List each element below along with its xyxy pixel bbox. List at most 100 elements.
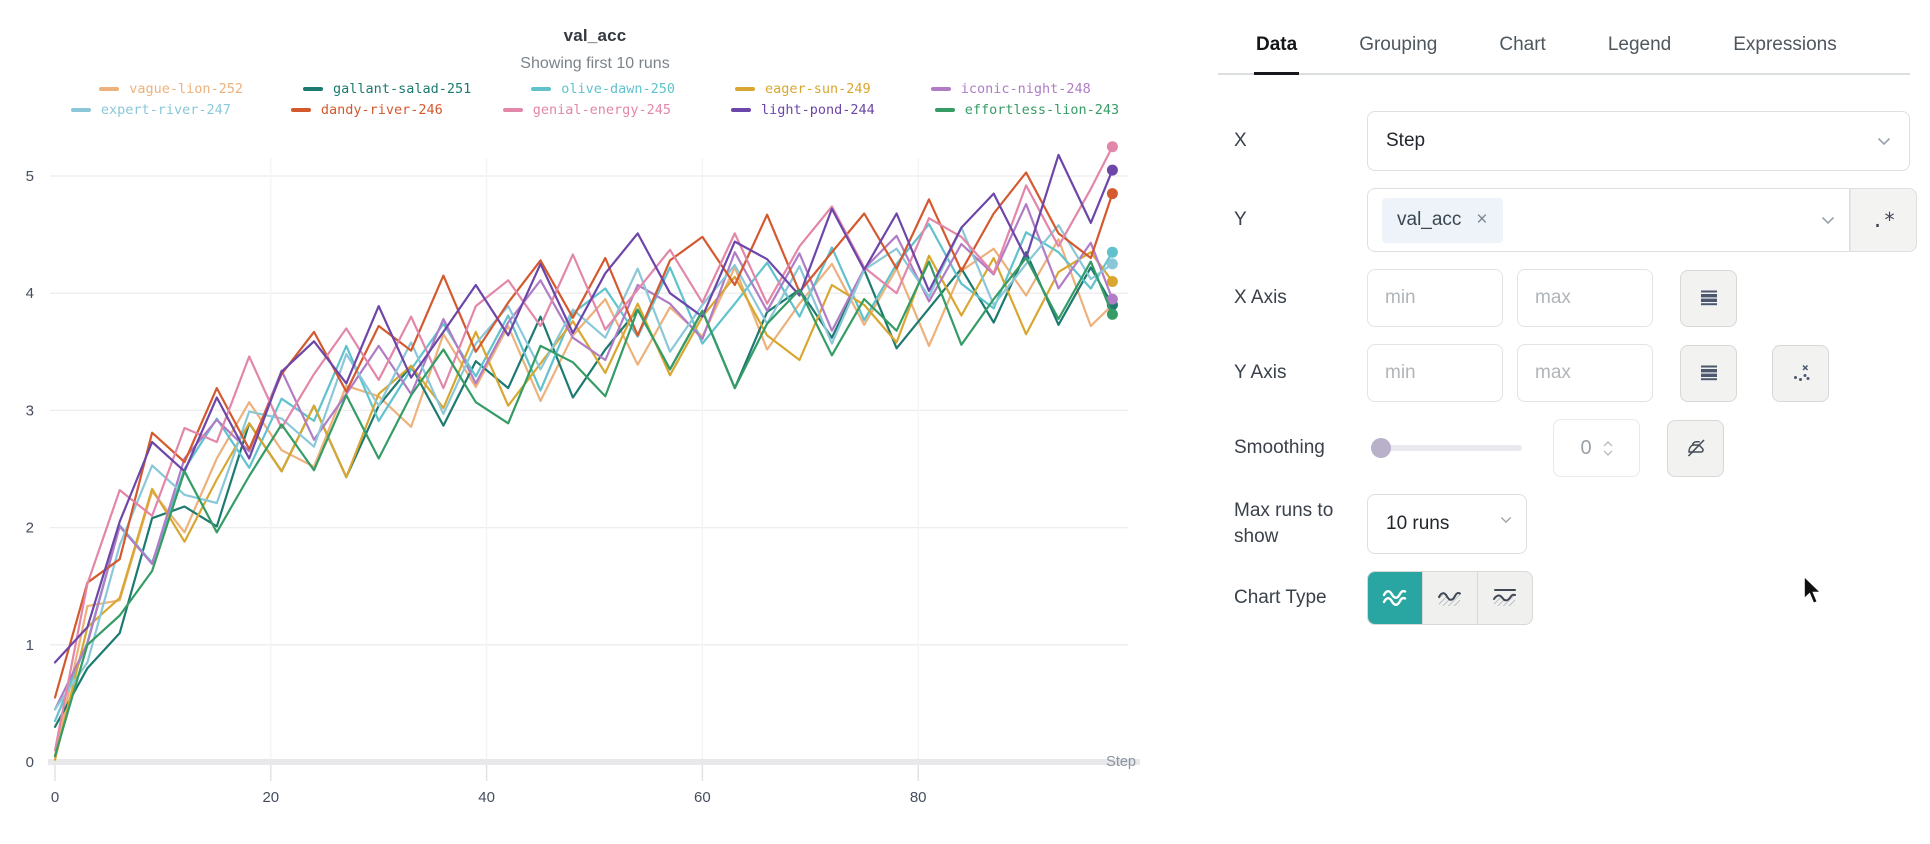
run-end-dot[interactable] <box>1107 141 1118 152</box>
run-chart-panel: val_acc Showing first 10 runs vague-lion… <box>0 0 1190 844</box>
smoothing-value-input[interactable]: 0 <box>1553 419 1640 477</box>
tab-legend[interactable]: Legend <box>1606 24 1673 73</box>
x-axis-row: X Axis <box>1234 269 1910 327</box>
outlier-points-icon <box>1790 362 1812 384</box>
legend-item[interactable]: light-pond-244 <box>731 101 875 119</box>
legend-run-name: light-pond-244 <box>761 101 875 119</box>
x-label: X <box>1234 128 1367 154</box>
run-end-dot[interactable] <box>1107 276 1118 287</box>
legend-dash-icon <box>71 108 91 112</box>
scale-bars-icon <box>1698 287 1720 309</box>
y-axis-min-input[interactable] <box>1367 344 1503 402</box>
x-axis-max-input[interactable] <box>1517 269 1653 327</box>
smoothing-label: Smoothing <box>1234 435 1367 461</box>
chevron-down-icon <box>1821 216 1835 225</box>
stepper-down-icon <box>1603 450 1613 456</box>
regex-toggle-button[interactable]: .* <box>1850 188 1917 252</box>
legend-item[interactable]: vague-lion-252 <box>99 80 243 98</box>
max-runs-select[interactable]: 10 runs <box>1367 494 1527 554</box>
chart-type-row: Chart Type <box>1234 571 1910 625</box>
run-line[interactable] <box>55 155 1112 663</box>
remove-metric-icon[interactable]: × <box>1476 209 1487 231</box>
chart-legend: vague-lion-252 gallant-salad-251 olive-daw… <box>0 80 1190 119</box>
y-axis-max-input[interactable] <box>1517 344 1653 402</box>
run-end-dot[interactable] <box>1107 309 1118 320</box>
legend-dash-icon <box>503 108 523 112</box>
area-plot-icon <box>1435 585 1465 611</box>
legend-dash-icon <box>303 87 323 91</box>
legend-item[interactable]: olive-dawn-250 <box>531 80 675 98</box>
chart-type-label: Chart Type <box>1234 585 1367 611</box>
legend-item[interactable]: gallant-salad-251 <box>303 80 471 98</box>
run-end-dot[interactable] <box>1107 165 1118 176</box>
legend-dash-icon <box>531 87 551 91</box>
chevron-down-icon <box>1500 516 1512 524</box>
legend-item[interactable]: effortless-lion-243 <box>935 101 1119 119</box>
line-plot-icon <box>1380 585 1410 611</box>
max-runs-row: Max runs to show 10 runs <box>1234 494 1910 554</box>
y-axis-label: Y Axis <box>1234 360 1367 386</box>
y-metric-tag[interactable]: val_acc × <box>1382 198 1503 243</box>
y-tick-label: 4 <box>26 285 34 302</box>
run-line[interactable] <box>55 252 1112 760</box>
y-metric-multiselect[interactable]: val_acc × <box>1367 188 1850 252</box>
chart-type-group <box>1367 571 1533 625</box>
chart-title: val_acc <box>0 26 1190 46</box>
chart-type-area-button[interactable] <box>1422 572 1477 624</box>
disable-smoothing-original-button[interactable] <box>1667 420 1724 477</box>
stepper-up-icon <box>1603 441 1613 447</box>
legend-item[interactable]: expert-river-247 <box>71 101 231 119</box>
chart-type-minmax-button[interactable] <box>1477 572 1532 624</box>
y-axis-row: Y Axis <box>1234 344 1910 402</box>
ignore-outliers-button[interactable] <box>1772 345 1829 402</box>
legend-item[interactable]: eager-sun-249 <box>735 80 871 98</box>
legend-run-name: expert-river-247 <box>101 101 231 119</box>
run-line[interactable] <box>55 173 1112 698</box>
legend-run-name: dandy-river-246 <box>321 101 443 119</box>
legend-dash-icon <box>935 108 955 112</box>
legend-run-name: iconic-night-248 <box>961 80 1091 98</box>
legend-item[interactable]: genial-energy-245 <box>503 101 671 119</box>
legend-run-name: vague-lion-252 <box>129 80 243 98</box>
y-tick-label: 3 <box>26 402 34 419</box>
x-tick-label: 0 <box>51 789 59 806</box>
run-end-dot[interactable] <box>1107 247 1118 258</box>
y-tick-label: 2 <box>26 520 34 537</box>
x-axis-min-input[interactable] <box>1367 269 1503 327</box>
y-metric-tag-label: val_acc <box>1397 209 1461 231</box>
smoothing-value: 0 <box>1580 437 1591 460</box>
legend-item[interactable]: dandy-river-246 <box>291 101 443 119</box>
run-line[interactable] <box>55 239 1112 756</box>
tab-data[interactable]: Data <box>1254 24 1299 75</box>
smoothing-slider-thumb[interactable] <box>1371 438 1391 458</box>
legend-item[interactable]: iconic-night-248 <box>931 80 1091 98</box>
run-end-dot[interactable] <box>1107 258 1118 269</box>
legend-dash-icon <box>291 108 311 112</box>
run-line[interactable] <box>55 258 1112 756</box>
max-runs-value: 10 runs <box>1386 513 1449 535</box>
smoothing-stepper[interactable] <box>1603 441 1613 456</box>
line-chart[interactable]: 020406080012345Step <box>0 130 1190 844</box>
tab-expressions[interactable]: Expressions <box>1731 24 1839 73</box>
scale-bars-icon <box>1698 362 1720 384</box>
chevron-down-icon <box>1877 137 1891 146</box>
tab-grouping[interactable]: Grouping <box>1357 24 1439 73</box>
smoothing-slider[interactable] <box>1374 445 1522 451</box>
x-row: X Step <box>1234 111 1910 171</box>
chart-settings-panel: Data Grouping Chart Legend Expressions X… <box>1190 0 1930 844</box>
run-end-dot[interactable] <box>1107 188 1118 199</box>
chart-subtitle: Showing first 10 runs <box>0 55 1190 73</box>
x-tick-label: 80 <box>910 789 927 806</box>
x-axis-log-scale-button[interactable] <box>1680 270 1737 327</box>
run-line[interactable] <box>55 147 1112 751</box>
x-metric-value: Step <box>1386 130 1425 152</box>
x-axis-line <box>48 759 1140 765</box>
y-tick-label: 1 <box>26 637 34 654</box>
chart-type-line-button[interactable] <box>1368 572 1422 624</box>
y-axis-log-scale-button[interactable] <box>1680 345 1737 402</box>
y-tick-label: 5 <box>26 168 34 185</box>
x-axis-label: X Axis <box>1234 285 1367 311</box>
tab-chart[interactable]: Chart <box>1497 24 1547 73</box>
legend-run-name: olive-dawn-250 <box>561 80 675 98</box>
x-metric-select[interactable]: Step <box>1367 111 1910 171</box>
